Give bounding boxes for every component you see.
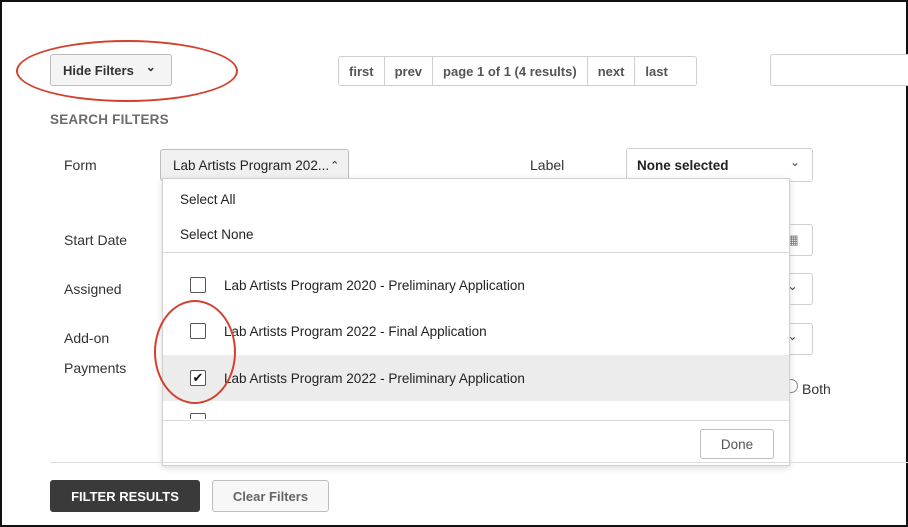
checkbox[interactable] [190, 277, 206, 293]
label-select[interactable]: None selected ⌄ [626, 148, 813, 182]
pager-first-button[interactable]: first [339, 57, 384, 85]
list-item[interactable]: Lab Artists Program 2020 - Preliminary A… [163, 263, 789, 307]
filter-results-label: FILTER RESULTS [71, 488, 179, 504]
select-none-option[interactable]: Select None [180, 227, 254, 242]
pagination: first prev page 1 of 1 (4 results) next … [338, 56, 697, 86]
list-item-label: Lab Artists Program 2020 - Preliminary A… [224, 278, 525, 293]
search-input[interactable] [770, 54, 908, 86]
divider [163, 420, 789, 421]
hide-filters-button[interactable]: Hide Filters ⌄ [50, 54, 172, 86]
form-select-dropdown: Select All Select None Lab Artists Progr… [162, 178, 790, 466]
done-button-label: Done [720, 436, 754, 452]
list-item-label: Lab Artists Program 2022 - Final Applica… [224, 324, 487, 339]
start-date-label: Start Date [64, 232, 128, 248]
checkbox[interactable] [190, 323, 206, 339]
filter-results-button[interactable]: FILTER RESULTS [50, 480, 200, 512]
pager-last-button[interactable]: last [634, 57, 696, 85]
chevron-up-icon: ⌃ [330, 159, 340, 172]
checkmark-icon: ✔ [192, 370, 204, 385]
hide-filters-label: Hide Filters [63, 62, 134, 78]
done-button[interactable]: Done [700, 429, 774, 459]
pager-status: page 1 of 1 (4 results) [432, 57, 587, 85]
list-item-selected[interactable]: ✔ Lab Artists Program 2022 - Preliminary… [163, 355, 789, 401]
list-item-label: Lab Artists Program 2022 - Preliminary A… [224, 371, 525, 386]
payments-label: Payments [64, 360, 127, 376]
list-item[interactable]: Lab Artists Program 2022 - Final Applica… [163, 309, 789, 353]
chevron-down-icon: ⌄ [789, 155, 800, 169]
label-select-value: None selected [637, 157, 729, 173]
form-select-value: Lab Artists Program 202... [173, 157, 330, 173]
search-filters-title: SEARCH FILTERS [50, 112, 169, 127]
checkbox-checked[interactable]: ✔ [190, 370, 206, 386]
assigned-label: Assigned [64, 281, 122, 297]
clear-filters-label: Clear Filters [232, 488, 309, 504]
pager-prev-button[interactable]: prev [383, 57, 433, 85]
divider [163, 252, 789, 253]
chevron-down-icon: ⌄ [145, 60, 156, 74]
form-label: Form [64, 157, 97, 173]
checkbox[interactable] [190, 413, 206, 419]
form-select[interactable]: Lab Artists Program 202... ⌃ [160, 149, 349, 181]
clear-filters-button[interactable]: Clear Filters [212, 480, 329, 512]
divider [50, 462, 908, 463]
payments-both-label: Both [802, 381, 831, 397]
select-all-option[interactable]: Select All [180, 192, 236, 207]
addon-label: Add-on [64, 330, 110, 346]
pager-next-button[interactable]: next [586, 57, 635, 85]
list-item-partial[interactable] [163, 401, 789, 419]
label-label: Label [530, 157, 565, 173]
